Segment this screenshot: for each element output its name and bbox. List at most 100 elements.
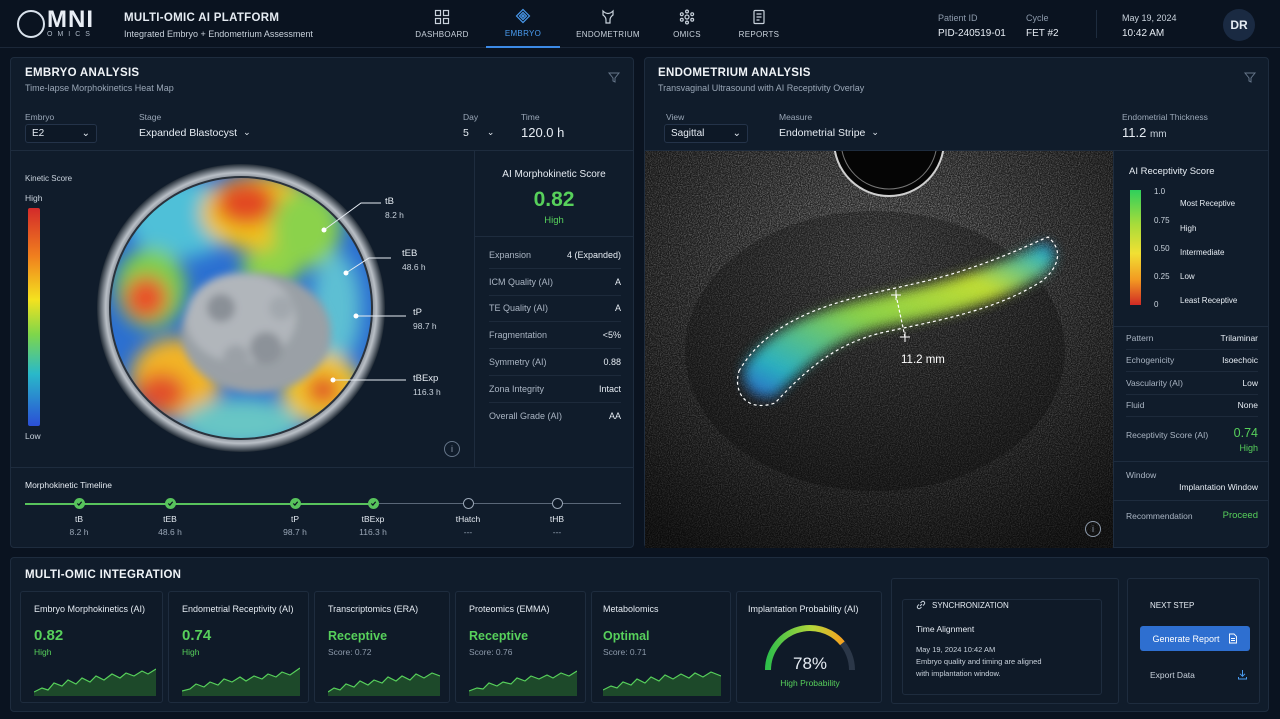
- metric-row: TE Quality (AI) A: [489, 296, 621, 323]
- view-select[interactable]: Sagittal ⌄: [664, 124, 748, 143]
- metric-value: Intact: [598, 383, 621, 394]
- stage-select[interactable]: Expanded Blastocyst ⌄: [139, 127, 251, 139]
- omic-card[interactable]: Metabolomics Optimal Score: 0.71: [591, 591, 731, 703]
- metric-value: AA: [608, 411, 621, 422]
- probability-label: High Probability: [780, 678, 840, 688]
- card-title: Proteomics (EMMA): [469, 604, 550, 614]
- metric-row: Overall Grade (AI) AA: [489, 403, 621, 430]
- avatar[interactable]: DR: [1223, 9, 1255, 41]
- timeline-step-label: tEB: [163, 514, 177, 524]
- card-title: Endometrial Receptivity (AI): [182, 604, 294, 614]
- header-date: May 19, 2024: [1122, 13, 1177, 23]
- kinetic-score-label: Kinetic Score: [25, 174, 73, 183]
- sync-line: with implantation window.: [916, 669, 1001, 678]
- embryo-select[interactable]: E2 ⌄: [25, 124, 97, 143]
- metric-row: ICM Quality (AI) A: [489, 269, 621, 296]
- timeline-step[interactable]: tB 8.2 h: [49, 498, 109, 537]
- empty-circle-icon: [551, 498, 563, 509]
- download-icon: [1238, 670, 1247, 680]
- ultrasound-image: [645, 151, 1113, 548]
- cycle-label: Cycle: [1026, 13, 1049, 23]
- kinetic-high-label: High: [25, 193, 43, 203]
- nav-label: OMICS: [673, 30, 701, 39]
- check-icon: [164, 498, 176, 509]
- card-sub: Score: 0.71: [603, 647, 647, 657]
- receptivity-legend-title: AI Receptivity Score: [1129, 166, 1215, 177]
- prop-row: Echogenicity Isoechoic: [1126, 350, 1258, 372]
- sync-title: SYNCHRONIZATION: [932, 600, 1009, 610]
- prop-label: Echogenicity: [1126, 355, 1175, 366]
- metric-row: Zona Integrity Intact: [489, 376, 621, 403]
- timeline-step[interactable]: tHB ---: [527, 498, 587, 537]
- receptivity-score-label: Receptivity Score (AI): [1126, 430, 1209, 440]
- filter-icon[interactable]: [1243, 70, 1257, 84]
- callout-time: 98.7 h: [413, 321, 437, 331]
- thickness-readout: 11.2 mm: [1122, 125, 1167, 140]
- stage-select-label: Stage: [139, 112, 162, 122]
- card-value: 0.74: [182, 627, 212, 644]
- metric-label: ICM Quality (AI): [489, 276, 554, 287]
- column-divider: [1113, 151, 1114, 548]
- nav-embryo[interactable]: EMBRYO: [486, 0, 560, 48]
- endometrium-panel-title: ENDOMETRIUM ANALYSIS: [658, 67, 811, 79]
- document-icon: [1228, 633, 1237, 644]
- sync-subtitle: Time Alignment: [916, 624, 975, 634]
- measure-select[interactable]: Endometrial Stripe ⌄: [779, 127, 879, 139]
- prop-row: Pattern Trilaminar: [1126, 327, 1258, 350]
- nav-reports[interactable]: REPORTS: [729, 0, 789, 48]
- card-title: Embryo Morphokinetics (AI): [34, 604, 146, 614]
- prop-value: Low: [1242, 377, 1258, 388]
- callout-time: 8.2 h: [385, 210, 404, 220]
- info-icon[interactable]: i: [444, 441, 460, 457]
- omic-card[interactable]: Proteomics (EMMA) Receptive Score: 0.76: [455, 591, 586, 703]
- logo-text: MNI: [47, 6, 94, 33]
- nav-dashboard[interactable]: DASHBOARD: [407, 0, 477, 48]
- recommendation-value: Proceed: [1222, 510, 1258, 521]
- logo-subtext: OMICS: [47, 31, 95, 38]
- info-icon[interactable]: i: [1085, 521, 1101, 537]
- timeline-step[interactable]: tP 98.7 h: [265, 498, 325, 537]
- timeline-step-label: tB: [74, 514, 84, 524]
- measurement-label: 11.2 mm: [901, 354, 945, 366]
- day-select-value: 5: [463, 127, 469, 139]
- metric-row: Fragmentation <5%: [489, 322, 621, 350]
- export-data-label: Export Data: [1150, 669, 1195, 680]
- view-select-label: View: [666, 112, 685, 122]
- recommendation-label: Recommendation: [1126, 511, 1193, 521]
- measure-select-label: Measure: [779, 112, 813, 122]
- receptivity-score-level: High: [1239, 443, 1258, 453]
- nav-omics[interactable]: OMICS: [657, 0, 717, 48]
- generate-report-button[interactable]: Generate Report: [1140, 626, 1250, 651]
- export-data-button[interactable]: Export Data: [1150, 669, 1248, 680]
- sparkline: [182, 667, 300, 696]
- prop-row: Fluid None: [1126, 395, 1258, 417]
- nav-label: ENDOMETRIUM: [576, 30, 640, 39]
- nav-endometrium[interactable]: ENDOMETRIUM: [572, 0, 644, 48]
- metric-value: 4 (Expanded): [566, 249, 621, 260]
- timeline-step[interactable]: tEB 48.6 h: [140, 498, 200, 537]
- filter-icon[interactable]: [607, 70, 621, 84]
- omic-card[interactable]: Embryo Morphokinetics (AI) 0.82 High: [20, 591, 163, 703]
- omic-card[interactable]: Transcriptomics (ERA) Receptive Score: 0…: [314, 591, 450, 703]
- kinetic-low-label: Low: [25, 431, 41, 441]
- legend-tick: 1.0: [1154, 187, 1166, 196]
- timeline-step[interactable]: tBExp 116.3 h: [343, 498, 403, 537]
- probability-card[interactable]: Implantation Probability (AI) 78% High P…: [736, 591, 882, 703]
- card-value: Receptive: [328, 629, 388, 643]
- stage-select-value: Expanded Blastocyst: [139, 127, 238, 139]
- prop-value: None: [1237, 400, 1258, 411]
- timeline-step-label: tHatch: [455, 514, 481, 524]
- panel-divider: [11, 150, 633, 151]
- metric-label: Fragmentation: [489, 330, 548, 341]
- prop-label: Vascularity (AI): [1126, 377, 1183, 388]
- logo-o-icon: [17, 10, 45, 38]
- day-select[interactable]: 5 ⌄: [463, 127, 494, 139]
- endometrium-props: Pattern Trilaminar Echogenicity Isoechoic …: [1126, 327, 1258, 417]
- timeline-step-label: tBExp: [361, 514, 385, 524]
- timeline-step-time: ---: [552, 527, 562, 537]
- nav-label: DASHBOARD: [415, 30, 469, 39]
- app-title: MULTI-OMIC AI PLATFORM: [124, 12, 280, 24]
- timeline-step[interactable]: tHatch ---: [438, 498, 498, 537]
- omic-card[interactable]: Endometrial Receptivity (AI) 0.74 High: [168, 591, 309, 703]
- sparkline: [328, 672, 440, 696]
